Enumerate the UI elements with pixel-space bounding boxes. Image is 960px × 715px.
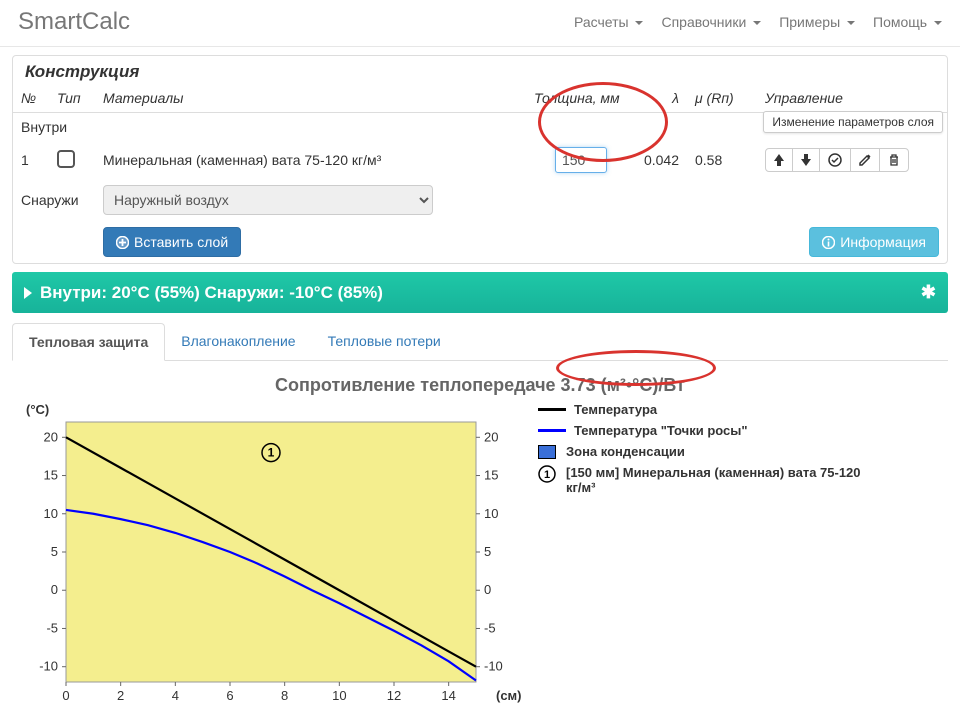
svg-text:5: 5 xyxy=(484,544,491,559)
svg-text:20: 20 xyxy=(44,429,58,444)
confirm-button[interactable] xyxy=(819,148,851,172)
svg-text:15: 15 xyxy=(484,468,498,483)
svg-text:-10: -10 xyxy=(484,659,503,674)
legend-temperature: Температура xyxy=(538,402,866,417)
col-materials: Материалы xyxy=(95,84,526,113)
plus-circle-icon xyxy=(116,236,129,249)
insert-layer-button[interactable]: Вставить слой xyxy=(103,227,241,257)
svg-text:1: 1 xyxy=(544,469,550,481)
layer-type-icon[interactable] xyxy=(57,150,75,168)
col-thickness: Толщина, мм xyxy=(526,84,636,113)
svg-text:0: 0 xyxy=(484,582,491,597)
delete-button[interactable] xyxy=(879,148,909,172)
svg-text:(°C): (°C) xyxy=(26,402,49,417)
svg-text:0: 0 xyxy=(51,582,58,597)
conditions-bar[interactable]: Внутри: 20°C (55%) Снаружи: -10°C (85%) … xyxy=(12,272,948,313)
chart-legend: Температура Температура "Точки росы" Зон… xyxy=(526,402,866,715)
tab-heat-loss[interactable]: Тепловые потери xyxy=(312,323,457,360)
move-up-button[interactable] xyxy=(765,148,793,172)
inner-side-label: Внутри xyxy=(13,113,95,142)
svg-text:10: 10 xyxy=(44,506,58,521)
row-number: 1 xyxy=(13,141,49,179)
svg-text:(см): (см) xyxy=(496,688,522,703)
svg-text:0: 0 xyxy=(62,688,69,703)
nav-examples[interactable]: Примеры xyxy=(779,14,855,30)
legend-condensation: Зона конденсации xyxy=(538,444,866,459)
svg-text:-10: -10 xyxy=(39,659,58,674)
nav-references[interactable]: Справочники xyxy=(661,14,761,30)
tooltip-edit-layer: Изменение параметров слоя xyxy=(763,111,943,133)
svg-text:12: 12 xyxy=(387,688,401,703)
table-row: 1 Минеральная (каменная) вата 75-120 кг/… xyxy=(13,141,947,179)
svg-text:20: 20 xyxy=(484,429,498,444)
info-button[interactable]: Информация xyxy=(809,227,939,257)
info-circle-icon xyxy=(822,236,835,249)
nav-help[interactable]: Помощь xyxy=(873,14,942,30)
caret-down-icon xyxy=(847,21,855,25)
top-navbar: SmartCalc Расчеты Справочники Примеры По… xyxy=(0,0,960,47)
mu-value: 0.58 xyxy=(687,141,757,179)
svg-text:6: 6 xyxy=(226,688,233,703)
svg-text:4: 4 xyxy=(172,688,179,703)
thickness-input[interactable] xyxy=(555,147,607,173)
layers-table: № Тип Материалы Толщина, мм λ μ (Rп) Упр… xyxy=(13,84,947,263)
caret-down-icon xyxy=(934,21,942,25)
tab-thermal-protection[interactable]: Тепловая защита xyxy=(12,323,165,361)
svg-text:-5: -5 xyxy=(46,620,58,635)
svg-text:5: 5 xyxy=(51,544,58,559)
legend-layer-1: 1 [150 мм] Минеральная (каменная) вата 7… xyxy=(538,465,866,495)
layer-controls xyxy=(765,148,909,172)
construction-panel: Конструкция № Тип Материалы Толщина, мм … xyxy=(12,55,948,264)
chart-title: Сопротивление теплопередаче 3.73 (м²•°C)… xyxy=(0,375,960,396)
svg-text:1: 1 xyxy=(268,446,275,460)
gear-icon[interactable]: ✱ xyxy=(921,282,936,303)
svg-text:10: 10 xyxy=(332,688,346,703)
svg-text:14: 14 xyxy=(441,688,455,703)
nav-calculations[interactable]: Расчеты xyxy=(574,14,643,30)
col-controls: Управление xyxy=(757,84,947,113)
lambda-value: 0.042 xyxy=(636,141,687,179)
svg-text:15: 15 xyxy=(44,468,58,483)
caret-down-icon xyxy=(753,21,761,25)
col-type: Тип xyxy=(49,84,95,113)
brand-logo[interactable]: SmartCalc xyxy=(18,8,130,36)
col-mu: μ (Rп) xyxy=(687,84,757,113)
svg-text:8: 8 xyxy=(281,688,288,703)
panel-title: Конструкция xyxy=(13,56,947,84)
col-lambda: λ xyxy=(636,84,687,113)
thermal-chart: (°C) -10 -10 -5 -5 0 0 5 5 10 10 15 15 20 20 0 2 4 6 8 10 12 1… xyxy=(16,402,526,715)
material-name: Минеральная (каменная) вата 75-120 кг/м³ xyxy=(95,141,526,179)
expand-right-icon xyxy=(24,287,32,299)
svg-text:-5: -5 xyxy=(484,620,496,635)
conditions-text: Внутри: 20°C (55%) Снаружи: -10°C (85%) xyxy=(40,283,383,303)
edit-button[interactable] xyxy=(850,148,880,172)
col-no: № xyxy=(13,84,49,113)
caret-down-icon xyxy=(635,21,643,25)
outer-material-select[interactable]: Наружный воздух xyxy=(103,185,433,215)
legend-dewpoint: Температура "Точки росы" xyxy=(538,423,866,438)
svg-text:10: 10 xyxy=(484,506,498,521)
svg-text:2: 2 xyxy=(117,688,124,703)
move-down-button[interactable] xyxy=(792,148,820,172)
result-tabs: Тепловая защита Влагонакопление Тепловые… xyxy=(12,323,948,361)
outer-side-label: Снаружи xyxy=(13,179,95,221)
tab-moisture[interactable]: Влагонакопление xyxy=(165,323,311,360)
